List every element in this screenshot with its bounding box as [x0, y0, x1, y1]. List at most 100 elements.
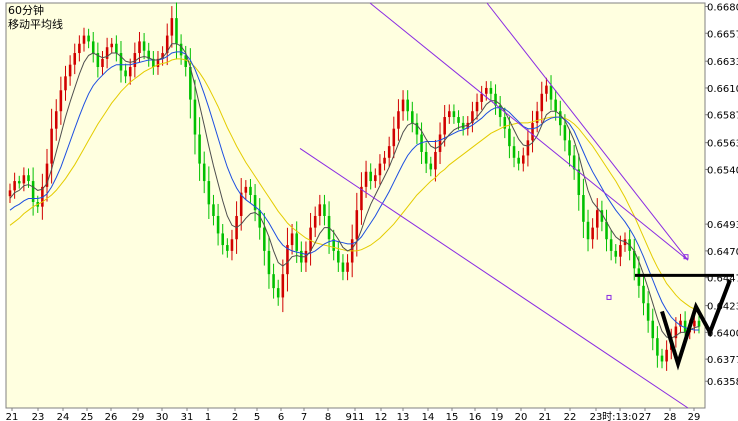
x-tick-label: 22 [564, 412, 577, 421]
candle-body [341, 262, 345, 272]
candle-body [383, 157, 386, 164]
x-tick-label: 23 [590, 412, 603, 421]
candle-body [64, 76, 67, 91]
candle-body [68, 64, 72, 77]
candle-body [59, 90, 63, 112]
x-tick-label: 12 [375, 412, 388, 421]
y-tick-label: 0.6358 [707, 377, 738, 388]
candle-body [397, 111, 400, 129]
candle-body [78, 43, 81, 54]
x-tick-label: 24 [57, 412, 70, 421]
y-tick-label: 0.6563 [707, 139, 738, 150]
x-tick-label: 15 [446, 412, 459, 421]
candle-body [406, 99, 409, 112]
candle-body [429, 163, 433, 170]
candle-body [124, 70, 127, 77]
candle-body [656, 338, 659, 356]
x-tick-label: 14 [422, 412, 435, 421]
candle-body [138, 41, 141, 54]
candle-body [411, 111, 414, 123]
candle-body [577, 169, 581, 196]
candle-body [17, 181, 21, 184]
candle-body [457, 117, 460, 123]
x-tick-label: 1 [205, 412, 211, 421]
x-tick-label: 28 [664, 412, 677, 421]
candle-body [323, 204, 326, 216]
candle-body [27, 175, 30, 182]
candle-body [614, 250, 618, 257]
candle-body [202, 163, 206, 182]
candle-body [378, 163, 382, 176]
candle-body [452, 111, 456, 118]
candle-body [693, 320, 696, 327]
y-tick-label: 0.6657 [707, 29, 738, 40]
candle-body [697, 320, 701, 327]
x-tick-label: 29 [688, 412, 701, 421]
candle-body [586, 221, 590, 240]
candle-body [526, 140, 530, 156]
y-tick-label: 0.6423 [707, 302, 738, 313]
candle-body [364, 171, 368, 187]
candle-body [318, 204, 322, 216]
y-tick-label: 0.6680 [707, 2, 738, 13]
period-label: 60分钟 [8, 4, 44, 17]
candle-body [249, 186, 252, 196]
candle-body [646, 303, 650, 321]
x-tick-label: 30 [156, 412, 169, 421]
candle-body [475, 101, 479, 112]
candle-body [346, 262, 349, 272]
candle-body [563, 125, 567, 141]
candle-body [50, 128, 53, 164]
candle-body [110, 43, 114, 48]
y-tick-label: 0.6493 [707, 220, 738, 231]
candle-body [295, 233, 298, 251]
candle-body [175, 18, 178, 44]
x-tick-label: 23 [32, 412, 45, 421]
candle-body [244, 186, 248, 193]
x-tick-label: 911 [345, 412, 364, 421]
candle-body [207, 181, 211, 205]
candle-body [198, 134, 201, 164]
x-tick-label: 21 [6, 412, 19, 421]
chart-canvas[interactable]: 0.6680 0.6657 0.6633 0.6610 0.6587 0.6563 0.65… [0, 0, 738, 421]
candle-body [540, 93, 544, 112]
candle-body [8, 190, 12, 197]
x-tick-label: 31 [181, 412, 194, 421]
candle-body [512, 146, 516, 158]
x-tick-label: 29 [132, 412, 145, 421]
candle-body [73, 53, 77, 65]
candle-body [309, 227, 312, 251]
y-tick-label: 0.6400 [707, 328, 738, 339]
candle-body [193, 99, 197, 135]
candle-body [522, 155, 525, 164]
candle-body [212, 204, 215, 216]
x-tick-label: 21 [539, 412, 552, 421]
y-tick-label: 0.6633 [707, 57, 738, 68]
y-tick-label: 0.6587 [707, 111, 738, 122]
candle-body [660, 355, 664, 362]
candle-body [263, 227, 266, 251]
candle-body [637, 268, 641, 286]
candle-body [545, 85, 548, 94]
x-tick-label: 2 [232, 412, 238, 421]
candle-body [226, 245, 229, 251]
candle-body [582, 195, 585, 222]
x-tick-label: 25 [81, 412, 94, 421]
candle-body [276, 288, 280, 298]
candle-body [13, 181, 16, 191]
candle-body [230, 239, 234, 251]
candle-body [665, 349, 668, 362]
candle-body [595, 210, 599, 228]
candle-body [568, 140, 571, 156]
candle-body [642, 285, 645, 304]
candle-body [91, 41, 95, 54]
x-tick-label: 6 [278, 412, 284, 421]
plot-area [5, 2, 706, 409]
candle-body [142, 41, 146, 51]
candle-body [448, 111, 451, 118]
y-tick-label: 0.6470 [707, 247, 738, 258]
candle-body [355, 210, 359, 240]
candle-body [591, 227, 594, 240]
candle-body [267, 250, 271, 275]
candle-body [549, 85, 553, 100]
